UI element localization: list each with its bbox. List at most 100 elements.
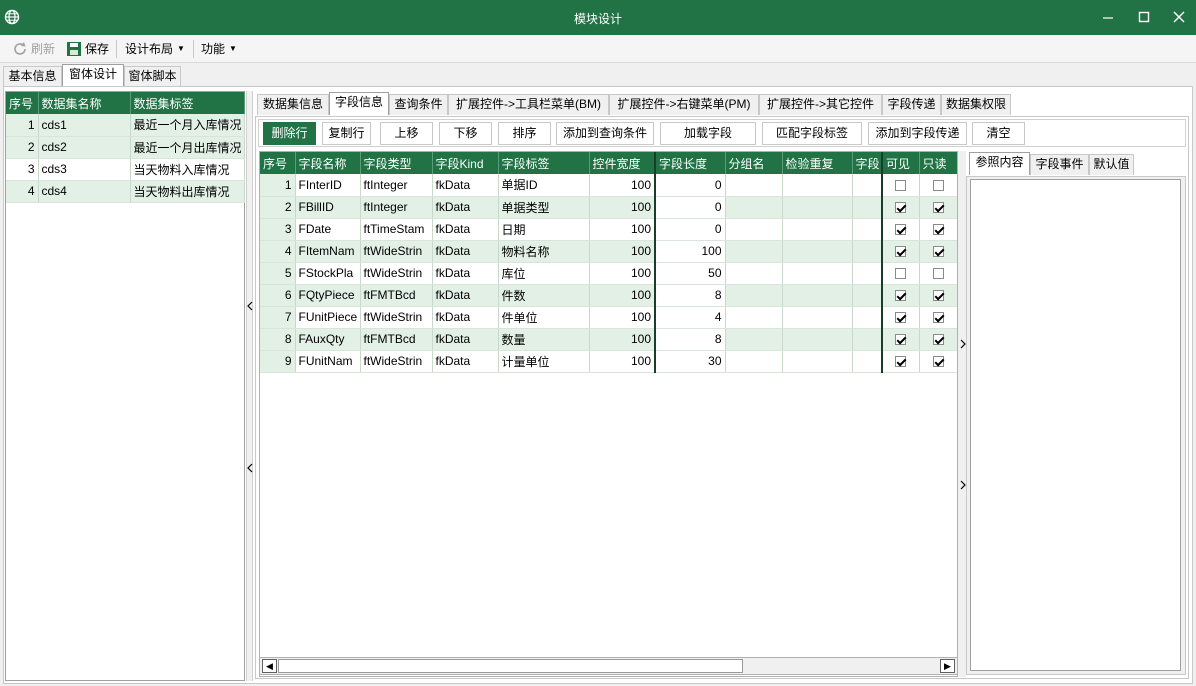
table-row[interactable]: 1 cds1 最近一个月入库情况 (6, 114, 245, 137)
readonly-checkbox[interactable] (932, 224, 944, 236)
field-name-cell[interactable]: FUnitNam (295, 350, 361, 373)
panel-splitter[interactable] (246, 91, 253, 681)
tab-query-conditions[interactable]: 查询条件 (389, 94, 448, 115)
readonly-checkbox[interactable] (932, 268, 944, 280)
tab-basic-info[interactable]: 基本信息 (3, 66, 62, 87)
dataset-label-cell[interactable]: 最近一个月入库情况 (130, 114, 245, 137)
check-duplicate-cell[interactable] (782, 350, 853, 373)
visible-checkbox[interactable] (895, 202, 907, 214)
check-duplicate-cell[interactable] (782, 218, 853, 241)
tab-field-events[interactable]: 字段事件 (1030, 154, 1089, 175)
field-name-cell[interactable]: FStockPla (295, 262, 361, 285)
table-row[interactable]: 4 cds4 当天物料出库情况 (6, 180, 245, 203)
visible-checkbox[interactable] (895, 356, 907, 368)
field-label-cell[interactable]: 单据ID (498, 174, 590, 197)
column-header[interactable]: 字段长度 (655, 152, 726, 174)
match-field-labels-button[interactable]: 匹配字段标签 (762, 122, 862, 145)
field-name-cell[interactable]: FItemNam (295, 240, 361, 263)
horizontal-scrollbar[interactable]: ◀ ▶ (259, 657, 958, 675)
field-kind-cell[interactable]: fkData (432, 262, 499, 285)
dataset-label-cell[interactable]: 当天物料出库情况 (130, 180, 245, 203)
sort-button[interactable]: 排序 (498, 122, 551, 145)
field-type-cell[interactable]: ftWideStrin (360, 262, 433, 285)
field-kind-cell[interactable]: fkData (432, 174, 499, 197)
field-label-cell[interactable]: 物料名称 (498, 240, 590, 263)
table-row[interactable]: 2 FBillID ftInteger fkData 单据类型 100 0 (260, 196, 957, 219)
group-name-cell[interactable] (725, 174, 783, 197)
field-kind-cell[interactable]: fkData (432, 240, 499, 263)
readonly-cell[interactable] (919, 196, 957, 219)
field-length-cell[interactable]: 50 (655, 262, 726, 285)
table-row[interactable]: 1 FInterID ftInteger fkData 单据ID 100 0 (260, 174, 957, 197)
readonly-cell[interactable] (919, 328, 957, 351)
visible-cell[interactable] (882, 240, 920, 263)
field-type-cell[interactable]: ftWideStrin (360, 306, 433, 329)
readonly-checkbox[interactable] (932, 202, 944, 214)
table-row[interactable]: 6 FQtyPiece ftFMTBcd fkData 件数 100 8 (260, 284, 957, 307)
readonly-cell[interactable] (919, 284, 957, 307)
dataset-name-cell[interactable]: cds2 (38, 136, 131, 159)
field-label-cell[interactable]: 件数 (498, 284, 590, 307)
field-kind-cell[interactable]: fkData (432, 306, 499, 329)
column-header[interactable]: 序号 (6, 92, 39, 114)
dataset-name-cell[interactable]: cds4 (38, 180, 131, 203)
group-name-cell[interactable] (725, 328, 783, 351)
readonly-cell[interactable] (919, 306, 957, 329)
visible-checkbox[interactable] (895, 246, 907, 258)
field-type-cell[interactable]: ftTimeStam (360, 218, 433, 241)
field-kind-cell[interactable]: fkData (432, 196, 499, 219)
table-row[interactable]: 5 FStockPla ftWideStrin fkData 库位 100 50 (260, 262, 957, 285)
check-duplicate-cell[interactable] (782, 328, 853, 351)
field-cell[interactable] (852, 174, 883, 197)
group-name-cell[interactable] (725, 306, 783, 329)
delete-row-button[interactable]: 删除行 (263, 122, 316, 145)
tab-dataset-info[interactable]: 数据集信息 (257, 94, 329, 115)
field-cell[interactable] (852, 196, 883, 219)
visible-cell[interactable] (882, 284, 920, 307)
refresh-button[interactable]: 刷新 (12, 39, 55, 59)
visible-cell[interactable] (882, 328, 920, 351)
dataset-label-cell[interactable]: 最近一个月出库情况 (130, 136, 245, 159)
move-up-button[interactable]: 上移 (380, 122, 433, 145)
field-length-cell[interactable]: 0 (655, 174, 726, 197)
visible-cell[interactable] (882, 306, 920, 329)
readonly-checkbox[interactable] (932, 334, 944, 346)
visible-cell[interactable] (882, 218, 920, 241)
column-header[interactable]: 分组名 (725, 152, 783, 174)
dataset-name-cell[interactable]: cds3 (38, 158, 131, 181)
control-width-cell[interactable]: 100 (589, 218, 656, 241)
check-duplicate-cell[interactable] (782, 262, 853, 285)
group-name-cell[interactable] (725, 350, 783, 373)
field-length-cell[interactable]: 30 (655, 350, 726, 373)
table-row[interactable]: 4 FItemNam ftWideStrin fkData 物料名称 100 100 (260, 240, 957, 263)
table-row[interactable]: 3 FDate ftTimeStam fkData 日期 100 0 (260, 218, 957, 241)
field-kind-cell[interactable]: fkData (432, 350, 499, 373)
visible-cell[interactable] (882, 350, 920, 373)
tab-field-info[interactable]: 字段信息 (329, 92, 389, 115)
readonly-cell[interactable] (919, 240, 957, 263)
field-label-cell[interactable]: 日期 (498, 218, 590, 241)
readonly-cell[interactable] (919, 174, 957, 197)
field-label-cell[interactable]: 件单位 (498, 306, 590, 329)
tab-form-script[interactable]: 窗体脚本 (124, 66, 181, 87)
readonly-checkbox[interactable] (932, 290, 944, 302)
tab-context-menu[interactable]: 扩展控件->右键菜单(PM) (609, 94, 759, 115)
control-width-cell[interactable]: 100 (589, 328, 656, 351)
control-width-cell[interactable]: 100 (589, 350, 656, 373)
move-down-button[interactable]: 下移 (439, 122, 492, 145)
field-length-cell[interactable]: 8 (655, 284, 726, 307)
column-header[interactable]: 字段标签 (498, 152, 590, 174)
control-width-cell[interactable]: 100 (589, 196, 656, 219)
control-width-cell[interactable]: 100 (589, 262, 656, 285)
column-header[interactable]: 字段名称 (295, 152, 361, 174)
load-fields-button[interactable]: 加载字段 (660, 122, 756, 145)
field-cell[interactable] (852, 284, 883, 307)
field-type-cell[interactable]: ftInteger (360, 174, 433, 197)
field-name-cell[interactable]: FQtyPiece (295, 284, 361, 307)
column-header[interactable]: 可见 (882, 152, 920, 174)
column-header[interactable]: 检验重复 (782, 152, 853, 174)
field-name-cell[interactable]: FDate (295, 218, 361, 241)
readonly-checkbox[interactable] (932, 246, 944, 258)
column-header[interactable]: 字段Kind (432, 152, 499, 174)
column-header[interactable]: 只读 (919, 152, 957, 174)
